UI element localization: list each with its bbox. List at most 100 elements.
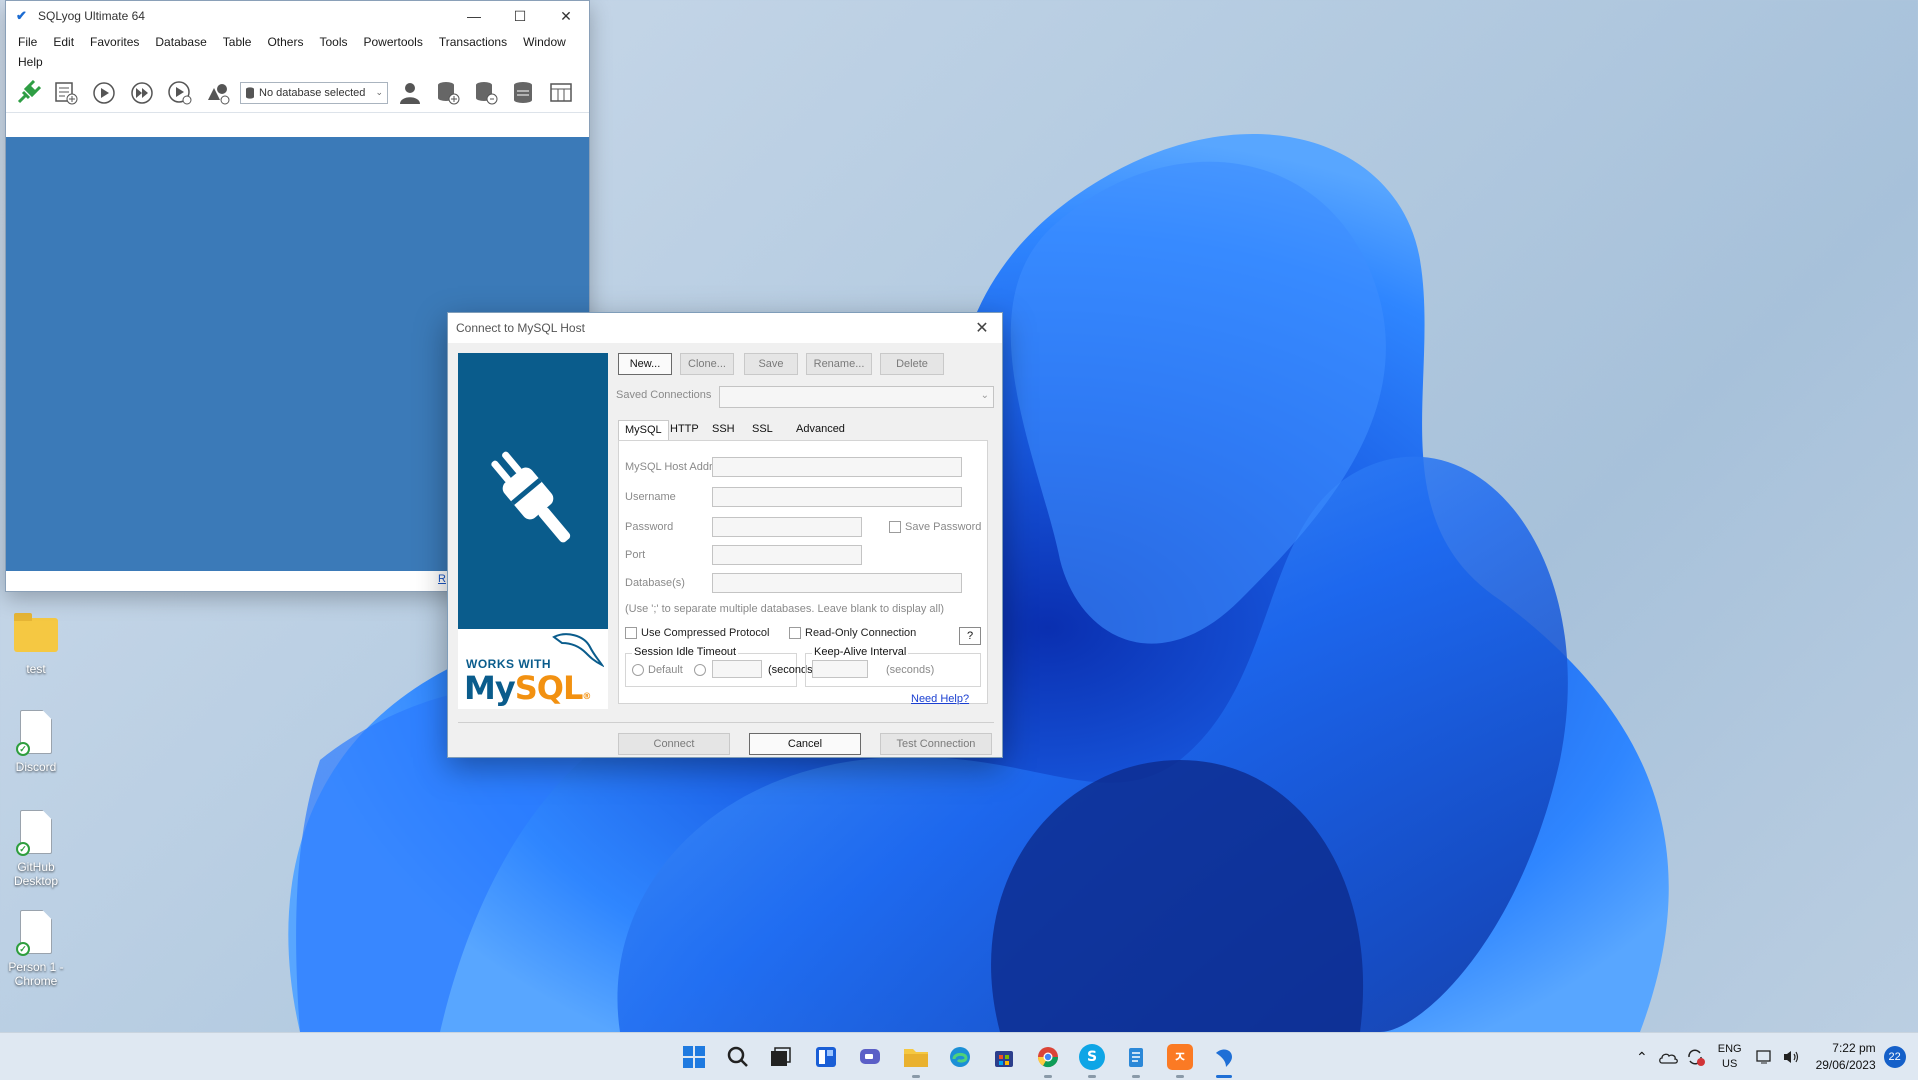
desktop-icon-person-chrome[interactable]: ✓ Person 1 - Chrome — [6, 910, 66, 988]
chat-button[interactable] — [854, 1041, 886, 1073]
rename-connection-button[interactable]: Rename... — [806, 353, 872, 375]
menu-others[interactable]: Others — [259, 33, 311, 53]
notification-badge[interactable]: 22 — [1883, 1046, 1906, 1068]
running-indicator — [1088, 1075, 1096, 1078]
chevron-up-icon[interactable]: ⌃ — [1636, 1049, 1648, 1066]
sqlyog-button[interactable] — [1208, 1041, 1240, 1078]
database-restore-icon — [476, 81, 498, 104]
tab-mysql[interactable]: MySQL — [618, 420, 669, 440]
store-button[interactable] — [988, 1041, 1020, 1073]
widgets-icon — [816, 1047, 836, 1067]
sync-error-icon[interactable] — [1686, 1048, 1706, 1066]
menu-table[interactable]: Table — [215, 33, 260, 53]
new-query-button[interactable] — [50, 77, 82, 109]
edge-button[interactable] — [944, 1041, 976, 1073]
volume-icon[interactable] — [1782, 1049, 1800, 1065]
help-question-button[interactable]: ? — [959, 627, 981, 645]
table-data-button[interactable] — [546, 77, 578, 109]
task-view-button[interactable] — [764, 1041, 796, 1073]
status-link[interactable]: R — [438, 573, 446, 585]
username-input[interactable] — [712, 487, 962, 507]
menu-favorites[interactable]: Favorites — [82, 33, 147, 53]
xampp-button[interactable]: ㅈ — [1164, 1041, 1196, 1078]
port-input[interactable] — [712, 545, 862, 565]
clock[interactable]: 7:22 pm 29/06/2023 — [1816, 1040, 1876, 1074]
host-address-input[interactable] — [712, 457, 962, 477]
dialog-titlebar[interactable]: Connect to MySQL Host ✕ — [448, 313, 1002, 343]
chrome-icon — [1037, 1047, 1059, 1068]
sqlyog-icon — [1216, 1049, 1232, 1067]
minimize-button[interactable]: — — [451, 1, 497, 31]
notepad-button[interactable] — [1120, 1041, 1152, 1078]
tab-advanced[interactable]: Advanced — [790, 420, 851, 440]
sqlyog-titlebar[interactable]: ✔ SQLyog Ultimate 64 — ☐ ✕ — [6, 1, 589, 31]
menu-edit[interactable]: Edit — [45, 33, 82, 53]
keep-alive-input[interactable] — [812, 660, 868, 678]
menu-database[interactable]: Database — [147, 33, 214, 53]
databases-input[interactable] — [712, 573, 962, 593]
database-sync-button[interactable] — [508, 77, 540, 109]
menu-powertools[interactable]: Powertools — [355, 33, 430, 53]
file-explorer-button[interactable] — [900, 1041, 932, 1078]
cancel-button[interactable]: Cancel — [749, 733, 861, 755]
dialog-footer-separator — [458, 722, 994, 723]
execute-all-button[interactable] — [126, 77, 158, 109]
skype-button[interactable]: S — [1076, 1041, 1108, 1078]
running-indicator — [912, 1075, 920, 1078]
menu-tools[interactable]: Tools — [311, 33, 355, 53]
schema-designer-button[interactable] — [202, 77, 234, 109]
desktop-icon-github-desktop[interactable]: ✓ GitHub Desktop — [6, 810, 66, 888]
network-icon[interactable] — [1755, 1049, 1774, 1065]
save-password-checkbox[interactable]: Save Password — [889, 521, 981, 533]
user-manager-button[interactable] — [394, 77, 426, 109]
connect-button[interactable]: Connect — [618, 733, 730, 755]
save-connection-button[interactable]: Save — [744, 353, 798, 375]
backup-database-button[interactable] — [432, 77, 464, 109]
default-timeout-label: Default — [648, 664, 683, 676]
close-button[interactable]: ✕ — [543, 1, 589, 31]
custom-timeout-radio[interactable] — [694, 664, 706, 676]
search-button[interactable] — [722, 1041, 754, 1073]
clone-connection-button[interactable]: Clone... — [680, 353, 734, 375]
tab-ssh[interactable]: SSH — [706, 420, 741, 440]
checkbox-box — [625, 627, 637, 639]
onedrive-icon[interactable] — [1658, 1050, 1678, 1064]
language-indicator[interactable]: ENG US — [1718, 1042, 1742, 1072]
tab-http[interactable]: HTTP — [664, 420, 705, 440]
menu-window[interactable]: Window — [515, 33, 574, 53]
restore-database-button[interactable] — [470, 77, 502, 109]
default-timeout-radio[interactable]: Default — [632, 664, 683, 676]
checkbox-box — [789, 627, 801, 639]
delete-connection-button[interactable]: Delete — [880, 353, 944, 375]
desktop-icon-discord[interactable]: ✓ Discord — [6, 710, 66, 774]
saved-connections-select[interactable]: ⌄ — [719, 386, 994, 408]
start-button[interactable] — [678, 1041, 710, 1073]
maximize-button[interactable]: ☐ — [497, 1, 543, 31]
test-connection-button[interactable]: Test Connection — [880, 733, 992, 755]
desktop-icon-test[interactable]: test — [6, 612, 66, 676]
menu-transactions[interactable]: Transactions — [431, 33, 515, 53]
execute-query-button[interactable] — [88, 77, 120, 109]
keep-alive-seconds-unit: (seconds) — [886, 664, 935, 676]
save-password-label: Save Password — [905, 521, 982, 533]
widgets-button[interactable] — [810, 1041, 842, 1073]
tab-ssl[interactable]: SSL — [746, 420, 779, 440]
need-help-link[interactable]: Need Help? — [911, 693, 969, 705]
mysql-my: My — [464, 669, 516, 707]
database-selector-value: No database selected — [259, 86, 366, 99]
running-indicator — [1044, 1075, 1052, 1078]
new-connection-button[interactable] — [12, 77, 44, 109]
chrome-button[interactable] — [1032, 1041, 1064, 1078]
menu-help[interactable]: Help — [10, 53, 51, 73]
desktop-icon-label: Person 1 - Chrome — [8, 960, 64, 988]
use-compressed-protocol-checkbox[interactable]: Use Compressed Protocol — [625, 627, 769, 639]
timeout-seconds-input[interactable] — [712, 660, 762, 678]
database-selector[interactable]: No database selected ⌄ — [240, 81, 388, 104]
dialog-close-button[interactable]: ✕ — [962, 318, 1002, 338]
read-only-connection-checkbox[interactable]: Read-Only Connection — [789, 627, 916, 639]
menu-file[interactable]: File — [10, 33, 45, 53]
execute-edit-button[interactable] — [164, 77, 196, 109]
new-connection-button[interactable]: New... — [618, 353, 672, 375]
table-icon — [550, 82, 572, 102]
password-input[interactable] — [712, 517, 862, 537]
